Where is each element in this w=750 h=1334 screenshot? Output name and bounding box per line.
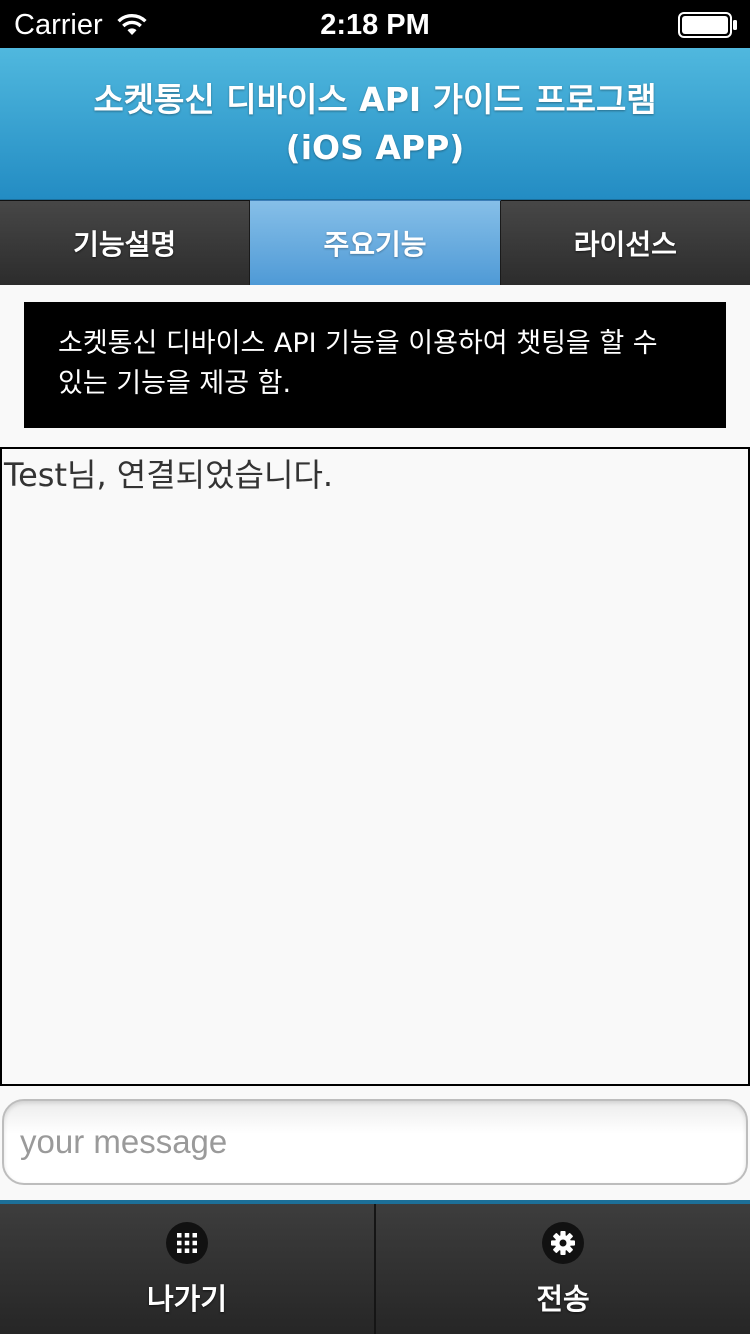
status-time: 2:18 PM: [320, 9, 430, 41]
tab-bar: 기능설명 주요기능 라이선스: [0, 200, 750, 285]
status-bar: Carrier 2:18 PM: [0, 0, 750, 48]
tab-feature-description[interactable]: 기능설명: [0, 200, 251, 285]
tab-label: 주요기능: [323, 228, 427, 261]
chat-log[interactable]: Test님, 연결되었습니다.: [0, 447, 750, 1086]
footer-toolbar: 나가기 전송: [0, 1204, 750, 1334]
gear-icon: [542, 1222, 584, 1264]
page-title: 소켓통신 디바이스 API 가이드 프로그램 (iOS APP): [93, 79, 657, 167]
chat-message: Test님, 연결되었습니다.: [4, 456, 334, 494]
send-label: 전송: [536, 1282, 590, 1316]
grid-icon: [166, 1222, 208, 1264]
tab-main-features[interactable]: 주요기능: [250, 200, 501, 285]
tab-license[interactable]: 라이선스: [500, 200, 750, 285]
exit-button[interactable]: 나가기: [0, 1204, 376, 1334]
battery-icon: [678, 12, 737, 38]
tab-label: 기능설명: [73, 228, 177, 261]
exit-label: 나가기: [146, 1282, 228, 1316]
send-button[interactable]: 전송: [376, 1204, 750, 1334]
description-text: 소켓통신 디바이스 API 기능을 이용하여 챗팅을 할 수 있는 기능을 제공…: [58, 328, 658, 399]
message-input[interactable]: [2, 1099, 748, 1185]
description-box: 소켓통신 디바이스 API 기능을 이용하여 챗팅을 할 수 있는 기능을 제공…: [24, 302, 726, 428]
tab-label: 라이선스: [573, 228, 677, 261]
app-header: 소켓통신 디바이스 API 가이드 프로그램 (iOS APP): [0, 48, 750, 200]
app-screen: Carrier 2:18 PM 소켓통신 디바이스 API 가이드 프로그램 (…: [0, 0, 750, 1334]
